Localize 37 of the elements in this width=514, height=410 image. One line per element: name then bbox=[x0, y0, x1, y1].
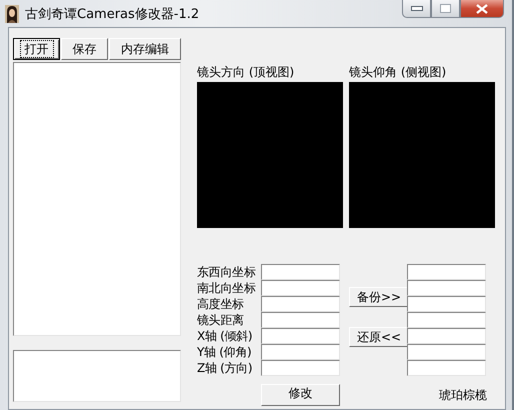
backup-field[interactable] bbox=[407, 296, 486, 312]
field-label: Y轴 (仰角) bbox=[197, 344, 252, 360]
toolbar-button[interactable]: 内存编辑 bbox=[109, 38, 181, 60]
view-title: 镜头方向 (顶视图) bbox=[197, 64, 296, 81]
field-label: 高度坐标 bbox=[197, 296, 245, 312]
input-field[interactable] bbox=[261, 280, 340, 296]
toolbar-button[interactable]: 保存 bbox=[61, 38, 108, 60]
input-field[interactable] bbox=[261, 264, 340, 280]
maximize-button[interactable] bbox=[431, 0, 460, 18]
backup-field[interactable] bbox=[407, 264, 486, 280]
input-field[interactable] bbox=[261, 296, 340, 312]
field-label: 东西向坐标 bbox=[197, 264, 257, 280]
window-title: 古剑奇谭Cameras修改器-1.2 bbox=[25, 6, 200, 22]
input-field[interactable] bbox=[261, 360, 340, 376]
input-field[interactable] bbox=[261, 312, 340, 328]
backup-field[interactable] bbox=[407, 312, 486, 328]
backup-field[interactable] bbox=[407, 280, 486, 296]
backup-field[interactable] bbox=[407, 344, 486, 360]
input-field[interactable] bbox=[261, 344, 340, 360]
text-box[interactable] bbox=[13, 350, 181, 402]
input-field[interactable] bbox=[261, 328, 340, 344]
field-label: X轴 (倾斜) bbox=[197, 328, 254, 344]
toolbar-button[interactable]: 打开 bbox=[13, 38, 60, 60]
minimize-button[interactable] bbox=[402, 0, 431, 18]
backup-field[interactable] bbox=[407, 360, 486, 376]
backup-field[interactable] bbox=[407, 328, 486, 344]
field-label: Z轴 (方向) bbox=[197, 360, 254, 376]
footer-text: 琥珀棕榄 bbox=[439, 388, 487, 402]
view-title: 镜头仰角 (侧视图) bbox=[349, 64, 448, 81]
field-label: 南北向坐标 bbox=[197, 280, 257, 296]
close-icon bbox=[476, 4, 488, 14]
figure-icon bbox=[5, 4, 19, 22]
apply-button[interactable]: 修改 bbox=[261, 384, 340, 406]
action-button[interactable]: 备份>> bbox=[349, 287, 409, 307]
action-button[interactable]: 还原<< bbox=[349, 327, 409, 347]
close-button[interactable] bbox=[460, 0, 504, 18]
field-label: 镜头距离 bbox=[197, 312, 245, 328]
